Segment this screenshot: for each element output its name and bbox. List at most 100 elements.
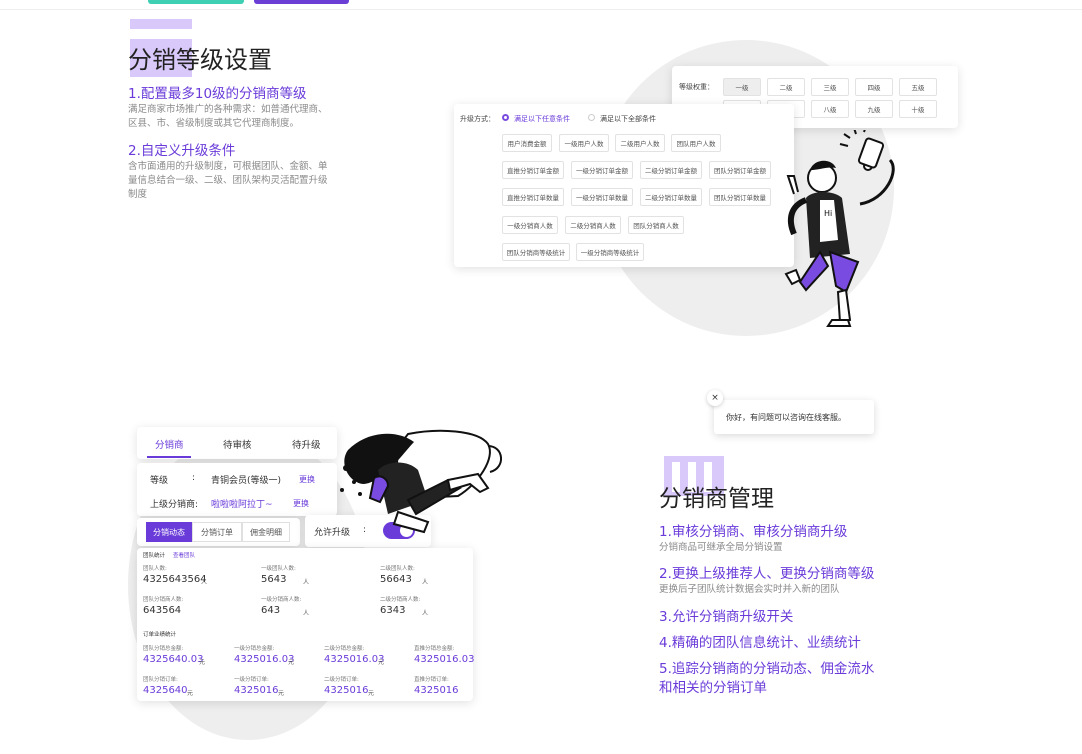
feature-title: 2.更换上级推荐人、更换分销商等级 (659, 566, 875, 582)
level-chip[interactable]: 八级 (811, 100, 849, 118)
feature-desc: 含市面通用的升级制度，可根据团队、金额、单 (128, 161, 328, 172)
stat-value: 6343 (380, 605, 406, 616)
segment-card: 分销动态 分销订单 佣金明细 (137, 518, 300, 546)
stat-value: 4325016.03 (234, 654, 295, 665)
coffee-cup-person-illustration (340, 429, 502, 534)
condition-chip[interactable]: 团队分销订单金额 (709, 161, 771, 179)
feature-title: 2.自定义升级条件 (128, 143, 236, 159)
stat-value: 4325640 (143, 685, 188, 696)
stat-label: 团队分销商人数: (143, 597, 184, 603)
condition-chip[interactable]: 团队用户人数 (671, 134, 721, 152)
stat-label: 直推分销订单: (414, 677, 449, 683)
condition-chip[interactable]: 一级分销商人数 (502, 216, 558, 234)
stat-label: 团队人数: (143, 566, 167, 572)
level-chip[interactable]: 三级 (811, 78, 849, 96)
level-chip[interactable]: 十级 (899, 100, 937, 118)
condition-chip[interactable]: 二级分销商人数 (565, 216, 621, 234)
stat-unit: 人 (201, 579, 208, 586)
stat-label: 二级分销商人数: (380, 597, 421, 603)
seg-distribution-orders[interactable]: 分销订单 (192, 522, 242, 542)
svg-text:Hi: Hi (824, 209, 832, 218)
level-chip[interactable]: 四级 (855, 78, 893, 96)
tab-distributor[interactable]: 分销商 (155, 437, 184, 451)
distributor-info-card: 等级 : 青铜会员(等级一) 更换 上级分销商: 啦啦啦阿拉丁~ 更换 (137, 463, 337, 516)
condition-chip[interactable]: 团队分销商人数 (628, 216, 684, 234)
stat-value: 4325640.03 (143, 654, 204, 665)
feature-title: 1.配置最多10级的分销商等级 (128, 86, 307, 102)
condition-chip[interactable]: 一级分销订单金额 (571, 161, 633, 179)
top-nav-button-teal[interactable] (148, 0, 244, 4)
stat-unit: 人 (422, 579, 429, 586)
change-parent-link[interactable]: 更换 (293, 498, 309, 509)
radio-any-label[interactable]: 满足以下任意条件 (514, 114, 570, 124)
feature-title: 1.审核分销商、审核分销商升级 (659, 524, 848, 540)
stat-label: 二级团队人数: (380, 566, 415, 572)
team-stats-heading: 团队统计 (143, 553, 166, 559)
stat-value: 4325016.03 (414, 654, 475, 665)
parent-label: 上级分销商: (150, 500, 199, 510)
selfie-person-illustration: Hi (784, 130, 895, 327)
condition-chip[interactable]: 二级分销订单数量 (640, 188, 702, 206)
level-colon: : (192, 473, 196, 483)
condition-chip[interactable]: 团队分销商等级统计 (502, 243, 570, 261)
stat-label: 一级分销总金额: (234, 646, 275, 652)
stat-label: 团队分销总金额: (143, 646, 184, 652)
stat-value: 643 (261, 605, 281, 616)
condition-chip[interactable]: 二级分销订单金额 (640, 161, 702, 179)
top-bar (0, 0, 1082, 10)
feature-title: 和相关的分销订单 (659, 680, 767, 696)
upgrade-conditions-card: 升级方式： 满足以下任意条件 满足以下全部条件 用户消费金额 一级用户人数 二级… (454, 104, 794, 267)
chat-bubble[interactable]: 你好，有问题可以咨询在线客服。 (714, 400, 874, 434)
level-value: 青铜会员(等级一) (211, 476, 282, 486)
feature-desc: 制度 (128, 189, 148, 200)
stat-unit: 元 (278, 690, 285, 697)
stat-value: 643564 (143, 605, 182, 616)
level-chip[interactable]: 二级 (767, 78, 805, 96)
seg-distribution-activity[interactable]: 分销动态 (146, 522, 192, 542)
stat-label: 一级分销商人数: (261, 597, 302, 603)
radio-all[interactable] (588, 114, 595, 121)
level-chip[interactable]: 一级 (723, 78, 761, 96)
stat-value: 4325643564 (143, 574, 207, 585)
order-stats-heading: 订单业绩统计 (143, 632, 177, 638)
level-chip[interactable]: 五级 (899, 78, 937, 96)
condition-chip[interactable]: 用户消费金额 (502, 134, 552, 152)
chat-text: 你好，有问题可以咨询在线客服。 (726, 413, 846, 422)
stat-unit: 人 (422, 610, 429, 617)
stat-value: 4325016 (234, 685, 279, 696)
active-tab-indicator (147, 456, 191, 458)
radio-all-label[interactable]: 满足以下全部条件 (600, 114, 656, 124)
tab-pending-review[interactable]: 待审核 (223, 437, 252, 451)
view-team-link[interactable]: 查看团队 (173, 551, 195, 559)
seg-commission-detail[interactable]: 佣金明细 (242, 522, 290, 542)
stat-label: 直推分销总金额: (414, 646, 455, 652)
chat-close-icon[interactable]: × (707, 390, 723, 406)
top-nav-button-purple[interactable] (254, 0, 349, 4)
stats-card: 团队统计 查看团队 团队人数: 4325643564 人 一级团队人数: 564… (137, 548, 475, 701)
feature-title: 3.允许分销商升级开关 (659, 609, 794, 625)
condition-chip[interactable]: 直推分销订单数量 (502, 188, 564, 206)
change-level-link[interactable]: 更换 (299, 474, 315, 485)
level-chip[interactable]: 九级 (855, 100, 893, 118)
stat-unit: 元 (288, 659, 295, 666)
feature-desc: 区县、市、省级制度或其它代理商制度。 (128, 118, 300, 129)
condition-chip[interactable]: 一级分销订单数量 (571, 188, 633, 206)
condition-chip[interactable]: 一级用户人数 (559, 134, 609, 152)
feature-desc: 量信息结合一级、二级、团队架构灵活配置升级 (128, 175, 328, 186)
stat-value: 4325016 (414, 685, 459, 696)
section-title-distributor-management: 分销商管理 (659, 486, 774, 512)
condition-chip[interactable]: 一级分销商等级统计 (576, 243, 644, 261)
level-label: 等级 (150, 476, 169, 486)
stat-unit: 人 (303, 579, 310, 586)
stat-value: 56643 (380, 574, 412, 585)
title-accent-gap (130, 29, 192, 39)
radio-any[interactable] (502, 114, 509, 121)
condition-chip[interactable]: 直推分销订单金额 (502, 161, 564, 179)
tab-pending-upgrade[interactable]: 待升级 (292, 437, 321, 451)
distributor-tabs: 分销商 待审核 待升级 (137, 427, 337, 459)
section-title-level-settings: 分销等级设置 (128, 46, 272, 74)
condition-chip[interactable]: 二级用户人数 (615, 134, 665, 152)
condition-chip[interactable]: 团队分销订单数量 (709, 188, 771, 206)
stat-value: 4325016.03 (324, 654, 385, 665)
feature-title: 5.追踪分销商的分销动态、佣金流水 (659, 661, 875, 677)
